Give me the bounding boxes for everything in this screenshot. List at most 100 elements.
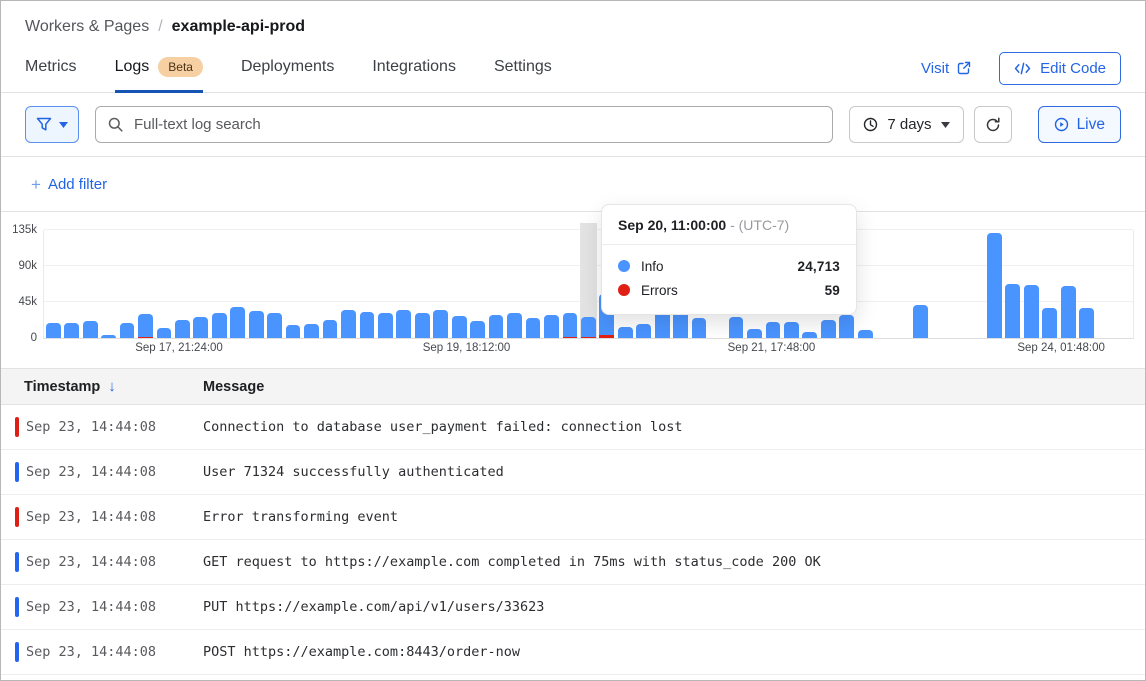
chart-bar[interactable] xyxy=(323,320,338,338)
chart-bar-slot[interactable] xyxy=(1077,230,1095,338)
chart-bar-slot[interactable] xyxy=(62,230,80,338)
chart-bar-slot[interactable] xyxy=(229,230,247,338)
tab-integrations[interactable]: Integrations xyxy=(372,44,456,92)
chart-bar[interactable] xyxy=(341,310,356,338)
chart-bar[interactable] xyxy=(581,317,596,339)
chart-bar-slot[interactable] xyxy=(468,230,486,338)
chart-bar-slot[interactable] xyxy=(192,230,210,338)
live-button[interactable]: Live xyxy=(1038,106,1121,143)
chart-bar-slot[interactable] xyxy=(1004,230,1022,338)
chart-bar-slot[interactable] xyxy=(321,230,339,338)
chart-bar[interactable] xyxy=(858,330,873,338)
tab-deployments[interactable]: Deployments xyxy=(241,44,334,92)
log-row[interactable]: Sep 23, 14:44:08 Connection to database … xyxy=(1,405,1145,450)
chart-bar-slot[interactable] xyxy=(432,230,450,338)
chart-bar[interactable] xyxy=(452,316,467,338)
chart-bar[interactable] xyxy=(396,310,411,338)
chart-bar-slot[interactable] xyxy=(561,230,579,338)
chart-bar[interactable] xyxy=(1005,284,1020,338)
log-row[interactable]: Sep 23, 14:44:08 PUT https://example.com… xyxy=(1,585,1145,630)
chart-bar[interactable] xyxy=(802,332,817,338)
chart-bar[interactable] xyxy=(1061,286,1076,338)
chart-bar[interactable] xyxy=(618,327,633,338)
chart-bar[interactable] xyxy=(839,315,854,338)
chart-bar-slot[interactable] xyxy=(173,230,191,338)
chart-bar-slot[interactable] xyxy=(505,230,523,338)
chart-bar-slot[interactable] xyxy=(376,230,394,338)
chart-bar[interactable] xyxy=(766,322,781,338)
chart-bar[interactable] xyxy=(433,310,448,338)
chart-bar-slot[interactable] xyxy=(1040,230,1058,338)
chart-bar[interactable] xyxy=(230,307,245,338)
chart-bar-slot[interactable] xyxy=(1059,230,1077,338)
chart-bar[interactable] xyxy=(655,311,670,338)
chart-bar-slot[interactable] xyxy=(856,230,874,338)
chart-bar-slot[interactable] xyxy=(395,230,413,338)
chart-bar-slot[interactable] xyxy=(542,230,560,338)
chart-bar[interactable] xyxy=(1024,285,1039,338)
log-row[interactable]: Sep 23, 14:44:08 GET request to https://… xyxy=(1,540,1145,585)
chart-bar-slot[interactable] xyxy=(1022,230,1040,338)
chart-bar[interactable] xyxy=(212,313,227,338)
chart-bar-slot[interactable] xyxy=(265,230,283,338)
tab-logs[interactable]: Logs Beta xyxy=(115,44,203,92)
chart-bar[interactable] xyxy=(138,314,153,339)
log-row[interactable]: Sep 23, 14:44:08 User 71324 successfully… xyxy=(1,450,1145,495)
chart-bar[interactable] xyxy=(415,313,430,338)
chart-bar[interactable] xyxy=(249,311,264,338)
chart-bar[interactable] xyxy=(489,315,504,338)
chart-bar-slot[interactable] xyxy=(339,230,357,338)
chart-bar-slot[interactable] xyxy=(210,230,228,338)
sort-descending-icon[interactable]: ↓ xyxy=(108,378,116,395)
chart-bar[interactable] xyxy=(1042,308,1057,338)
time-range-dropdown[interactable]: 7 days xyxy=(849,106,963,143)
chart-bar[interactable] xyxy=(304,324,319,338)
chart-bar-slot[interactable] xyxy=(118,230,136,338)
visit-link[interactable]: Visit xyxy=(921,60,971,77)
chart-bar[interactable] xyxy=(83,321,98,338)
log-search-input[interactable] xyxy=(132,115,820,134)
add-filter-button[interactable]: + Add filter xyxy=(25,175,113,194)
chart-bar-slot[interactable] xyxy=(44,230,62,338)
log-row[interactable]: Sep 23, 14:44:08 Error transforming even… xyxy=(1,495,1145,540)
chart-bar-slot[interactable] xyxy=(247,230,265,338)
chart-bar-slot[interactable] xyxy=(524,230,542,338)
chart-bar-slot[interactable] xyxy=(136,230,154,338)
chart-bar-slot[interactable] xyxy=(450,230,468,338)
chart-bar-slot[interactable] xyxy=(487,230,505,338)
chart-bar[interactable] xyxy=(692,318,707,338)
filter-menu-button[interactable] xyxy=(25,106,79,143)
chart-bar[interactable] xyxy=(157,328,172,338)
chart-bar-slot-selected[interactable] xyxy=(579,230,597,338)
refresh-button[interactable] xyxy=(974,106,1012,143)
chart-bar[interactable] xyxy=(46,323,61,338)
chart-bar[interactable] xyxy=(729,317,744,338)
chart-bar[interactable] xyxy=(913,305,928,338)
chart-bar-slot[interactable] xyxy=(99,230,117,338)
chart-bar[interactable] xyxy=(563,313,578,339)
chart-bar[interactable] xyxy=(64,323,79,338)
chart-bar[interactable] xyxy=(1079,308,1094,338)
chart-bar[interactable] xyxy=(507,313,522,338)
chart-bar[interactable] xyxy=(821,320,836,338)
chart-bar[interactable] xyxy=(120,323,135,338)
chart-bar-slot[interactable] xyxy=(302,230,320,338)
chart-bar[interactable] xyxy=(544,315,559,338)
chart-bar[interactable] xyxy=(747,329,762,338)
chart-bar[interactable] xyxy=(267,313,282,338)
chart-bar[interactable] xyxy=(378,313,393,338)
chart-bar[interactable] xyxy=(470,321,485,338)
chart-bar-slot[interactable] xyxy=(358,230,376,338)
chart-bar[interactable] xyxy=(175,320,190,338)
chart-bar-slot[interactable] xyxy=(911,230,929,338)
chart-bar[interactable] xyxy=(360,312,375,338)
chart-bar[interactable] xyxy=(101,335,116,338)
chart-bar-slot[interactable] xyxy=(81,230,99,338)
chart-bar[interactable] xyxy=(286,325,301,338)
chart-bar-slot[interactable] xyxy=(284,230,302,338)
chart-bar[interactable] xyxy=(987,233,1002,338)
breadcrumb-section[interactable]: Workers & Pages xyxy=(25,18,149,36)
chart-bar[interactable] xyxy=(193,317,208,338)
edit-code-button[interactable]: Edit Code xyxy=(999,52,1121,85)
tab-settings[interactable]: Settings xyxy=(494,44,552,92)
